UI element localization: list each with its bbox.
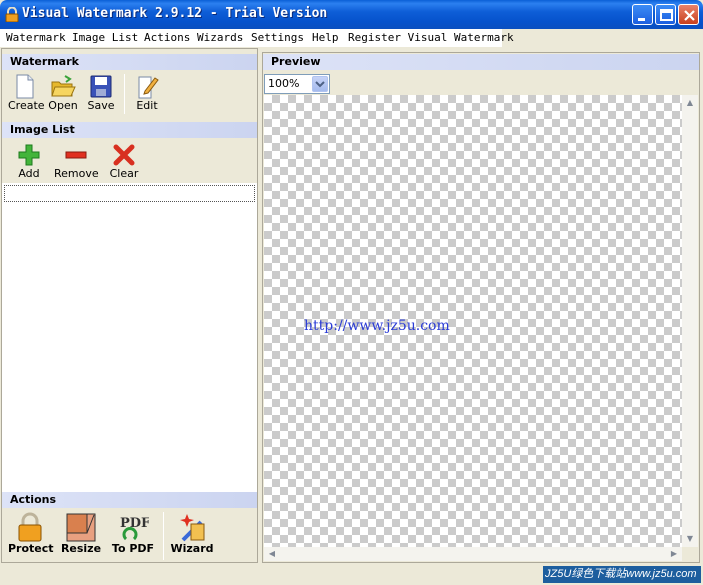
- add-button[interactable]: Add: [14, 143, 44, 180]
- folder-open-icon: [51, 75, 76, 97]
- menu-wizards[interactable]: Wizards: [197, 31, 243, 44]
- menu-settings[interactable]: Settings: [251, 31, 304, 44]
- x-icon: [113, 144, 135, 166]
- wizard-button[interactable]: Wizard: [170, 512, 214, 555]
- clear-button[interactable]: Clear: [109, 143, 139, 180]
- edit-button[interactable]: Edit: [132, 74, 162, 112]
- toolbar-separator: [124, 74, 125, 114]
- edit-pencil-icon: [138, 76, 159, 99]
- scroll-left-arrow-icon[interactable]: ◀: [265, 547, 279, 561]
- watermark-preview-text: http://www.jz5u.com: [304, 318, 450, 334]
- zoom-value: 100%: [268, 77, 300, 90]
- protect-button[interactable]: Protect: [8, 512, 54, 555]
- menu-help[interactable]: Help: [312, 31, 339, 44]
- pdf-icon: PDF: [120, 516, 149, 541]
- image-list[interactable]: [2, 183, 257, 494]
- scroll-down-arrow-icon[interactable]: ▼: [683, 532, 697, 546]
- menu-bar: Watermark Image List Actions Wizards Set…: [0, 29, 703, 47]
- wizard-icon: [180, 514, 205, 542]
- scroll-right-arrow-icon[interactable]: ▶: [667, 547, 681, 561]
- chevron-down-icon: [315, 81, 325, 88]
- save-button[interactable]: Save: [86, 74, 116, 112]
- maximize-icon: [660, 9, 673, 21]
- document-icon: [16, 74, 34, 99]
- preview-panel: Preview 100% http://www.jz5u.com ▲ ▼ ◀ ▶: [262, 52, 700, 563]
- plus-icon: [18, 144, 40, 166]
- floppy-disk-icon: [90, 75, 112, 98]
- toolbar-separator: [163, 512, 164, 560]
- horizontal-scrollbar[interactable]: ◀ ▶: [264, 547, 682, 561]
- minus-icon: [65, 151, 87, 159]
- create-button[interactable]: Create: [8, 74, 45, 112]
- close-button[interactable]: [678, 4, 699, 25]
- actions-section-title: Actions: [2, 492, 257, 508]
- to-pdf-button[interactable]: PDF To PDF: [109, 512, 157, 555]
- scroll-up-arrow-icon[interactable]: ▲: [683, 96, 697, 110]
- zoom-dropdown-button[interactable]: [312, 76, 328, 92]
- menu-actions[interactable]: Actions: [144, 31, 190, 44]
- maximize-button[interactable]: [655, 4, 676, 25]
- remove-button[interactable]: Remove: [54, 143, 99, 180]
- title-bar[interactable]: Visual Watermark 2.9.12 - Trial Version: [0, 0, 703, 29]
- resize-button[interactable]: Resize: [60, 512, 102, 555]
- minimize-button[interactable]: [632, 4, 653, 25]
- menu-register[interactable]: Register Visual Watermark: [348, 31, 514, 44]
- preview-canvas[interactable]: http://www.jz5u.com: [264, 95, 682, 547]
- close-icon: [684, 10, 695, 21]
- resize-icon: [66, 513, 96, 542]
- image-list-focus-row: [4, 185, 255, 202]
- vertical-scrollbar[interactable]: ▲ ▼: [682, 95, 698, 547]
- site-watermark: JZ5U绿色下载站www.jz5u.com: [543, 566, 701, 583]
- menu-watermark[interactable]: Watermark: [6, 31, 66, 44]
- preview-section-title: Preview: [263, 54, 699, 70]
- app-lock-icon: [5, 7, 19, 22]
- menu-image-list[interactable]: Image List: [72, 31, 138, 44]
- watermark-section-title: Watermark: [2, 54, 257, 70]
- zoom-select[interactable]: 100%: [264, 74, 330, 94]
- padlock-icon: [18, 512, 42, 542]
- left-panel: Watermark Create Open Save Edit Image Li…: [1, 48, 258, 563]
- open-button[interactable]: Open: [47, 74, 79, 112]
- image-list-section-title: Image List: [2, 122, 257, 138]
- window-title: Visual Watermark 2.9.12 - Trial Version: [22, 6, 328, 21]
- minimize-icon: [638, 18, 645, 21]
